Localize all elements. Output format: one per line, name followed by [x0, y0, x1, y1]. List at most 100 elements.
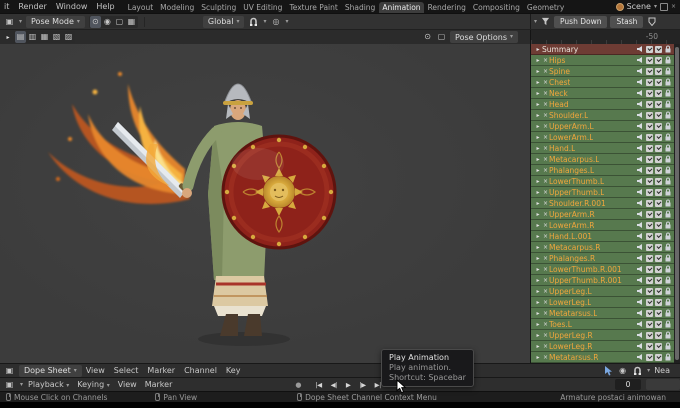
channel-name[interactable]: LowerLeg.R [549, 342, 592, 351]
speaker-icon[interactable] [636, 199, 644, 207]
channel-row[interactable]: ▸ × UpperThumb.R.001 [531, 275, 674, 286]
close-icon[interactable]: × [671, 3, 676, 10]
channel-name[interactable]: UpperArm.L [549, 122, 594, 131]
channel-row[interactable]: ▸ × Neck [531, 88, 674, 99]
lock-icon[interactable] [664, 67, 672, 75]
checkbox-icon[interactable] [655, 243, 662, 251]
checkbox-icon[interactable] [655, 221, 662, 229]
checkbox-icon[interactable] [646, 166, 653, 174]
checkbox-icon[interactable] [655, 78, 662, 86]
transport-button[interactable]: ◀| [328, 379, 340, 390]
workspace-tab[interactable]: Modeling [157, 2, 197, 13]
checkbox-icon[interactable] [646, 298, 653, 306]
channel-name[interactable]: UpperArm.R [549, 210, 595, 219]
checkbox-icon[interactable] [655, 287, 662, 295]
speaker-icon[interactable] [636, 309, 644, 317]
workspace-tab[interactable]: Geometry [524, 2, 567, 13]
transform-orientation-dropdown[interactable]: Global ▾ [202, 15, 245, 28]
expand-triangle-icon[interactable]: ▸ [534, 68, 542, 75]
checkbox-icon[interactable] [655, 254, 662, 262]
checkbox-icon[interactable] [646, 188, 653, 196]
transport-button[interactable]: |◀ [312, 379, 324, 390]
expand-triangle-icon[interactable]: ▸ [534, 123, 542, 130]
checkbox-icon[interactable] [655, 232, 662, 240]
playback-menu[interactable]: Playback ▾ [28, 380, 69, 389]
lock-icon[interactable] [664, 265, 672, 273]
checkbox-icon[interactable] [646, 111, 653, 119]
speaker-icon[interactable] [636, 254, 644, 262]
editor-type-icon[interactable]: ▣ [4, 365, 15, 377]
channel-row[interactable]: ▸ × Metacarpus.L [531, 154, 674, 165]
checkbox-icon[interactable] [655, 331, 662, 339]
speaker-icon[interactable] [636, 122, 644, 130]
checkbox-icon[interactable] [655, 342, 662, 350]
workspace-tab[interactable]: Animation [379, 2, 424, 13]
checkbox-icon[interactable] [646, 221, 653, 229]
lock-icon[interactable] [664, 133, 672, 141]
speaker-icon[interactable] [636, 89, 644, 97]
checkbox-icon[interactable] [655, 199, 662, 207]
speaker-icon[interactable] [636, 155, 644, 163]
checkbox-icon[interactable] [646, 254, 653, 262]
select-circle-tool-icon[interactable]: ▦ [39, 31, 50, 43]
pose-options-dropdown[interactable]: Pose Options ▾ [450, 31, 518, 43]
checkbox-icon[interactable] [646, 276, 653, 284]
lock-icon[interactable] [664, 89, 672, 97]
lock-icon[interactable] [664, 122, 672, 130]
channel-name[interactable]: Hips [549, 56, 565, 65]
channel-row[interactable]: ▸ × LowerThumb.L [531, 176, 674, 187]
lock-icon[interactable] [664, 254, 672, 262]
checkbox-icon[interactable] [646, 67, 653, 75]
warrior-character-render[interactable] [0, 44, 530, 363]
start-frame-field[interactable] [646, 379, 680, 390]
channel-row[interactable]: ▸ × LowerArm.L [531, 132, 674, 143]
view-layer-icon[interactable] [659, 2, 668, 11]
channel-name[interactable]: Spine [549, 67, 570, 76]
checkbox-icon[interactable] [655, 276, 662, 284]
lock-icon[interactable] [664, 309, 672, 317]
viewport-3d[interactable] [0, 44, 530, 363]
channel-row[interactable]: ▸ × UpperThumb.L [531, 187, 674, 198]
checkbox-icon[interactable] [646, 133, 653, 141]
checkbox-icon[interactable] [646, 199, 653, 207]
current-frame-field[interactable]: 0 [615, 379, 641, 390]
workspace-tab[interactable]: Shading [342, 2, 378, 13]
speaker-icon[interactable] [636, 353, 644, 361]
expand-triangle-icon[interactable]: ▸ [534, 321, 542, 328]
lock-icon[interactable] [664, 221, 672, 229]
keyframe-dot-icon[interactable]: ◉ [617, 365, 628, 377]
expand-triangle-icon[interactable]: ▸ [534, 200, 542, 207]
lock-icon[interactable] [664, 276, 672, 284]
speaker-icon[interactable] [636, 265, 644, 273]
speaker-icon[interactable] [636, 320, 644, 328]
channel-name[interactable]: UpperThumb.L [549, 188, 604, 197]
checkbox-icon[interactable] [646, 100, 653, 108]
expand-triangle-icon[interactable]: ▸ [534, 277, 542, 284]
lock-icon[interactable] [664, 199, 672, 207]
select-box-tool-icon[interactable]: ▥ [27, 31, 38, 43]
speaker-icon[interactable] [636, 298, 644, 306]
expand-triangle-icon[interactable]: ▸ [534, 189, 542, 196]
channel-name[interactable]: Shoulder.L [549, 111, 588, 120]
channel-name[interactable]: Metatarsus.L [549, 309, 597, 318]
frame-ruler[interactable]: -50 [530, 30, 680, 44]
expand-triangle-icon[interactable]: ▸ [534, 255, 542, 262]
checkbox-icon[interactable] [646, 155, 653, 163]
expand-triangle-icon[interactable]: ▸ [534, 101, 542, 108]
expand-triangle-icon[interactable]: ▸ [534, 46, 542, 53]
speaker-icon[interactable] [636, 78, 644, 86]
expand-triangle-icon[interactable]: ▸ [534, 310, 542, 317]
checkbox-icon[interactable] [655, 210, 662, 218]
snap-mode-label[interactable]: Nea [654, 366, 670, 375]
expand-triangle-icon[interactable]: ▸ [534, 178, 542, 185]
channel-row[interactable]: ▸ × LowerLeg.L [531, 297, 674, 308]
checkbox-icon[interactable] [646, 144, 653, 152]
expand-triangle-icon[interactable]: ▸ [534, 332, 542, 339]
channel-row[interactable]: ▸ × LowerThumb.R.001 [531, 264, 674, 275]
expand-triangle-icon[interactable]: ▸ [534, 244, 542, 251]
push-down-button[interactable]: Push Down [554, 15, 608, 28]
lock-icon[interactable] [664, 232, 672, 240]
channel-name[interactable]: Shoulder.R.001 [549, 199, 606, 208]
checkbox-icon[interactable] [646, 309, 653, 317]
workspace-tab[interactable]: Texture Paint [286, 2, 340, 13]
